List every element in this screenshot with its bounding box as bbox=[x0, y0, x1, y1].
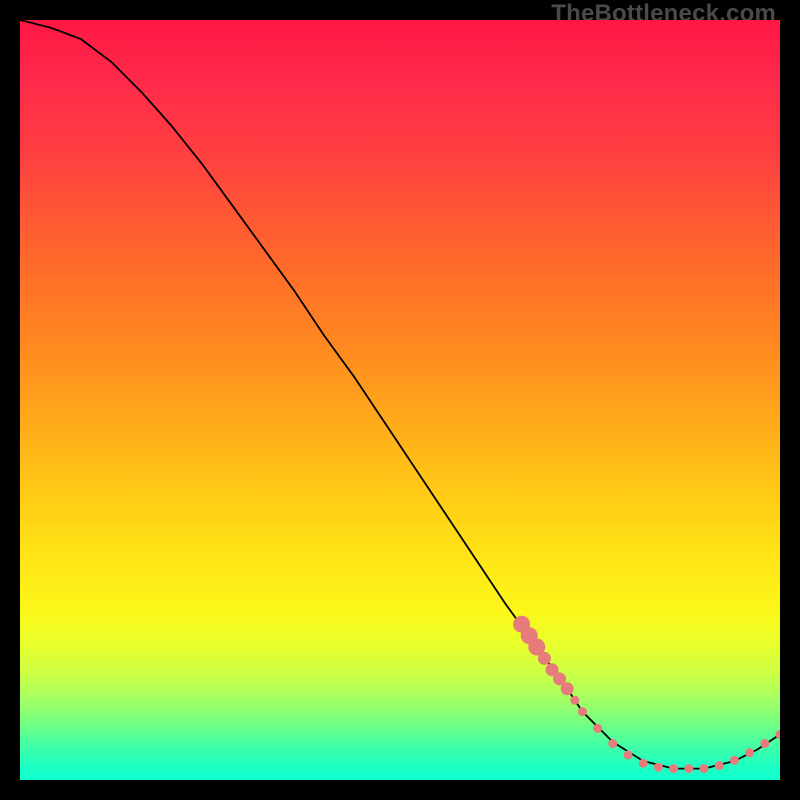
data-point bbox=[684, 764, 693, 773]
chart-svg bbox=[20, 20, 780, 780]
data-point bbox=[593, 724, 602, 733]
data-point bbox=[608, 739, 617, 748]
data-point bbox=[730, 756, 739, 765]
data-point bbox=[760, 739, 769, 748]
data-point bbox=[654, 763, 663, 772]
data-point bbox=[639, 759, 648, 768]
data-point bbox=[538, 652, 551, 665]
bottleneck-curve bbox=[20, 20, 780, 769]
data-points bbox=[513, 616, 780, 773]
data-point bbox=[669, 764, 678, 773]
data-point bbox=[700, 764, 709, 773]
data-point bbox=[715, 761, 724, 770]
data-point bbox=[578, 707, 587, 716]
data-point bbox=[624, 750, 633, 759]
chart-stage: TheBottleneck.com bbox=[0, 0, 800, 800]
data-point bbox=[570, 696, 579, 705]
plot-area bbox=[20, 20, 780, 780]
data-point bbox=[745, 748, 754, 757]
data-point bbox=[561, 682, 574, 695]
